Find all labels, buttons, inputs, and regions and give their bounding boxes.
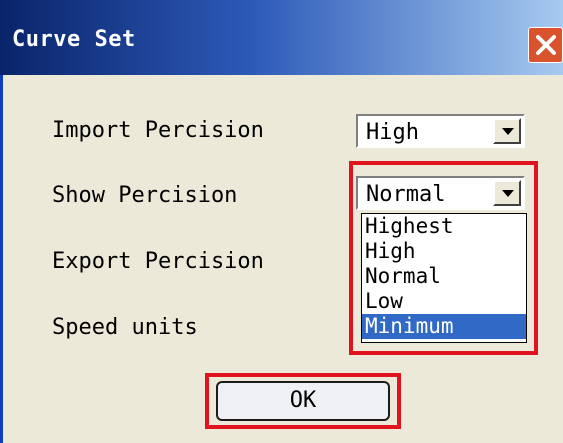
show-precision-select[interactable]: Normal: [356, 176, 525, 210]
option-high[interactable]: High: [362, 239, 526, 264]
import-precision-value: High: [366, 120, 419, 145]
chevron-down-icon: [502, 190, 514, 197]
show-precision-options-list[interactable]: Highest High Normal Low Minimum: [361, 213, 527, 343]
show-precision-label: Show Percision: [52, 183, 238, 208]
chevron-down-icon: [502, 128, 514, 135]
title-bar[interactable]: Curve Set: [0, 0, 563, 75]
speed-units-label: Speed units: [52, 315, 198, 340]
import-precision-label: Import Percision: [52, 118, 264, 143]
close-icon: [536, 35, 556, 55]
option-minimum[interactable]: Minimum: [362, 314, 526, 339]
export-precision-label: Export Percision: [52, 249, 264, 274]
close-button[interactable]: [528, 27, 563, 63]
import-precision-dropdown-button[interactable]: [493, 118, 521, 144]
ok-button[interactable]: OK: [216, 381, 390, 421]
option-highest[interactable]: Highest: [362, 214, 526, 239]
window-border: [0, 75, 3, 443]
option-low[interactable]: Low: [362, 289, 526, 314]
show-precision-value: Normal: [366, 182, 446, 207]
window-title: Curve Set: [12, 27, 136, 52]
show-precision-dropdown-button[interactable]: [493, 180, 521, 206]
option-normal[interactable]: Normal: [362, 264, 526, 289]
import-precision-select[interactable]: High: [356, 114, 525, 148]
